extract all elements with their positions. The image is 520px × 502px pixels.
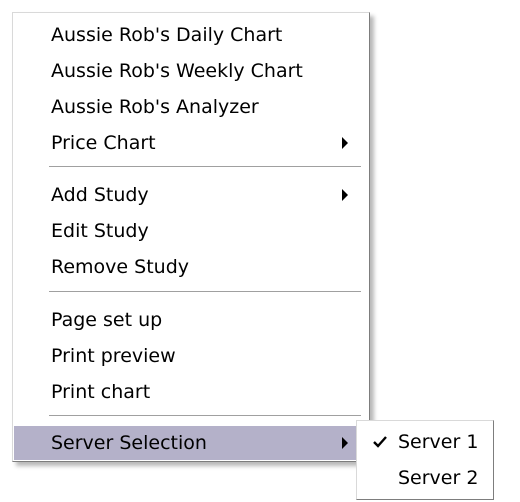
menu-item-price-chart[interactable]: Price Chart xyxy=(14,126,368,160)
submenu-item-label: Server 1 xyxy=(398,431,479,453)
menu-item-server-selection[interactable]: Server Selection xyxy=(14,426,368,460)
menu-item-label: Aussie Rob's Analyzer xyxy=(51,96,259,118)
desktop-background: Aussie Rob's Daily Chart Aussie Rob's We… xyxy=(0,0,520,502)
submenu-item-label: Server 2 xyxy=(398,467,479,489)
menu-item-weekly-chart[interactable]: Aussie Rob's Weekly Chart xyxy=(14,54,368,88)
submenu-item-server-2[interactable]: Server 2 xyxy=(358,461,492,495)
menu-item-label: Add Study xyxy=(51,184,149,206)
menu-item-label: Server Selection xyxy=(51,432,207,454)
menu-item-print-chart[interactable]: Print chart xyxy=(14,375,368,409)
submenu-arrow-icon xyxy=(342,189,348,201)
menu-item-label: Aussie Rob's Weekly Chart xyxy=(51,60,303,82)
server-submenu: Server 1 Server 2 xyxy=(356,420,494,500)
menu-item-add-study[interactable]: Add Study xyxy=(14,178,368,212)
menu-item-page-setup[interactable]: Page set up xyxy=(14,303,368,337)
menu-item-label: Aussie Rob's Daily Chart xyxy=(51,24,283,46)
submenu-arrow-icon xyxy=(342,137,348,149)
menu-item-label: Page set up xyxy=(51,309,163,331)
menu-item-label: Remove Study xyxy=(51,256,190,278)
menu-item-print-preview[interactable]: Print preview xyxy=(14,339,368,373)
check-icon xyxy=(373,436,387,448)
menu-item-edit-study[interactable]: Edit Study xyxy=(14,214,368,248)
submenu-item-server-1[interactable]: Server 1 xyxy=(358,425,492,459)
context-menu: Aussie Rob's Daily Chart Aussie Rob's We… xyxy=(12,12,370,462)
menu-item-daily-chart[interactable]: Aussie Rob's Daily Chart xyxy=(14,18,368,52)
menu-item-label: Price Chart xyxy=(51,132,156,154)
menu-item-label: Print preview xyxy=(51,345,176,367)
menu-separator xyxy=(49,415,361,417)
menu-item-analyzer[interactable]: Aussie Rob's Analyzer xyxy=(14,90,368,124)
menu-separator xyxy=(49,291,361,293)
menu-separator xyxy=(49,166,361,168)
menu-item-remove-study[interactable]: Remove Study xyxy=(14,250,368,284)
menu-item-label: Edit Study xyxy=(51,220,149,242)
submenu-arrow-icon xyxy=(342,437,348,449)
menu-item-label: Print chart xyxy=(51,381,151,403)
